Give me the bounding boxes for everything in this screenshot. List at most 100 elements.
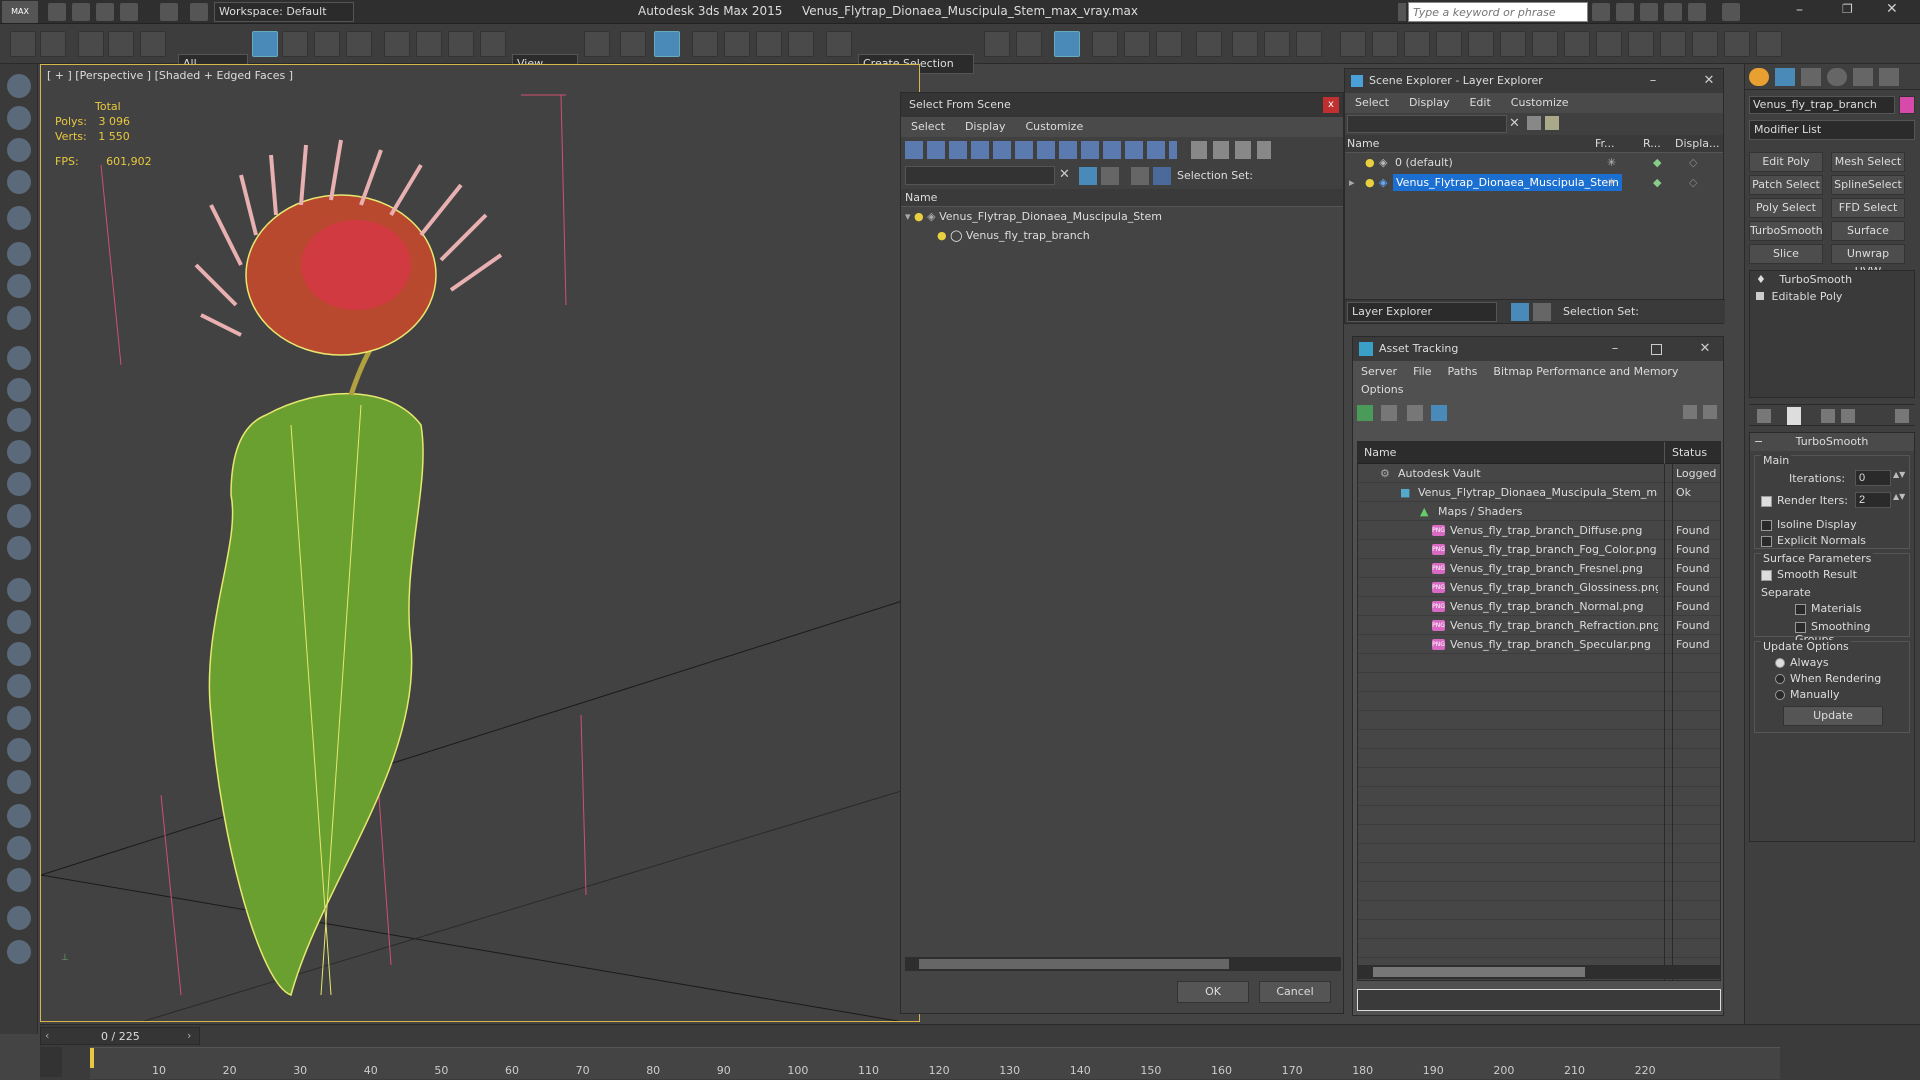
remove-modifier-icon[interactable]: [1841, 409, 1855, 423]
at-refresh-icon[interactable]: [1357, 405, 1373, 421]
vray-proxy-icon[interactable]: [1564, 31, 1590, 57]
se-col-render[interactable]: R...: [1643, 135, 1661, 153]
select-by-name-icon[interactable]: [282, 31, 308, 57]
display-filter-icons[interactable]: [905, 141, 1177, 159]
keyboard-shortcut-toggle-icon[interactable]: [654, 31, 680, 57]
se-layer-row-stem[interactable]: ▸ ● ◈ Venus_Flytrap_Dionaea_Muscipula_St…: [1345, 173, 1723, 193]
tree-row-stem[interactable]: ▾ ● ◈ Venus_Flytrap_Dionaea_Muscipula_St…: [901, 207, 1343, 226]
render-iters-spinner[interactable]: [1855, 492, 1891, 508]
project-icon[interactable]: [190, 3, 208, 21]
utilities-tab-icon[interactable]: [1879, 68, 1899, 86]
time-slider[interactable]: ‹ 0 / 225 ›: [40, 1027, 200, 1045]
asset-row[interactable]: PNG Venus_fly_trap_branch_Specular.png Fou…: [1358, 635, 1720, 654]
window-crossing-icon[interactable]: [346, 31, 372, 57]
asset-row[interactable]: ⚙ Autodesk Vault Logged: [1358, 464, 1720, 483]
se-render-icon[interactable]: ◆: [1653, 173, 1661, 192]
smooth-result-checkbox[interactable]: Smooth Result: [1761, 568, 1857, 581]
close-icon[interactable]: ✕: [1886, 1, 1902, 17]
asset-row[interactable]: ▲ Maps / Shaders: [1358, 502, 1720, 521]
iterations-spin-arrows-icon[interactable]: ▲▼: [1893, 470, 1905, 479]
vray-plane-icon[interactable]: [1436, 31, 1462, 57]
menu-display[interactable]: Display: [955, 117, 1016, 137]
modifier-button[interactable]: SplineSelect: [1831, 175, 1905, 195]
at-scroll-thumb[interactable]: [1373, 967, 1585, 977]
max-logo-icon[interactable]: MAX: [2, 1, 38, 23]
se-col-name[interactable]: Name: [1347, 135, 1379, 153]
smoothing-groups-check-icon[interactable]: [1795, 621, 1806, 633]
manually-radio[interactable]: Manually: [1775, 688, 1840, 701]
vray-ies-icon[interactable]: [1500, 31, 1526, 57]
rectangular-selection-icon[interactable]: [314, 31, 340, 57]
workspace-dropdown[interactable]: Workspace: Default: [214, 2, 354, 22]
asset-row[interactable]: PNG Venus_fly_trap_branch_Glossiness.png F…: [1358, 578, 1720, 597]
explorer-type-dropdown[interactable]: Layer Explorer: [1347, 302, 1497, 322]
find-input[interactable]: [905, 166, 1055, 185]
create-geometry-icon[interactable]: [7, 74, 31, 98]
at-col-name[interactable]: Name: [1364, 446, 1396, 459]
current-frame-marker[interactable]: [90, 1048, 94, 1068]
manually-radio-icon[interactable]: [1775, 690, 1785, 700]
vray-sun-icon[interactable]: [1372, 31, 1398, 57]
stack-item-turbosmooth[interactable]: ♦ TurboSmooth: [1750, 271, 1914, 288]
clear-search-icon[interactable]: ✕: [1059, 167, 1070, 182]
exchange-icon[interactable]: [1688, 3, 1706, 21]
hierarchy-toggle-icon[interactable]: [1101, 167, 1119, 185]
percent-snap-icon[interactable]: [756, 31, 782, 57]
map-icon[interactable]: [7, 836, 31, 860]
se-layer-row-default[interactable]: ● ◈ 0 (default) ✳ ◆ ◇: [1345, 153, 1723, 173]
vray-settings-icon[interactable]: [1724, 31, 1750, 57]
se-layer-toggle-icon[interactable]: [1511, 303, 1529, 321]
at-menu-bitmap[interactable]: Bitmap Performance and Memory: [1485, 365, 1686, 378]
bind-spacewarp-icon[interactable]: [140, 31, 166, 57]
help-icon[interactable]: [1722, 3, 1740, 21]
redo-small-icon[interactable]: [160, 3, 178, 21]
when-rendering-radio[interactable]: When Rendering: [1775, 672, 1881, 685]
cone-icon[interactable]: [7, 472, 31, 496]
open-icon[interactable]: [72, 3, 90, 21]
pin-stack-icon[interactable]: [1757, 409, 1771, 423]
configure-sets-icon[interactable]: [1895, 409, 1909, 423]
modifier-button[interactable]: Edit Poly: [1749, 152, 1823, 172]
modifier-button[interactable]: Surface Select: [1831, 221, 1905, 255]
edit-named-selection-icon[interactable]: [826, 31, 852, 57]
turbosmooth-rollout-header[interactable]: − TurboSmooth: [1750, 433, 1914, 451]
always-radio[interactable]: Always: [1775, 656, 1829, 669]
vray-frame-buffer-icon[interactable]: [1628, 31, 1654, 57]
motion-tab-icon[interactable]: [1827, 68, 1847, 86]
at-menu-server[interactable]: Server: [1353, 365, 1405, 378]
explicit-check-icon[interactable]: [1761, 535, 1772, 547]
se-clear-icon[interactable]: ✕: [1509, 116, 1520, 131]
keyword-search-input[interactable]: [1408, 2, 1588, 22]
stack-bulb-icon[interactable]: ♦: [1756, 273, 1766, 286]
se-bulb-icon[interactable]: ●: [1365, 153, 1375, 172]
render-teapot-icon[interactable]: [1296, 31, 1322, 57]
helper-icon[interactable]: [7, 242, 31, 266]
at-hscrollbar[interactable]: [1357, 965, 1721, 979]
se-menu-select[interactable]: Select: [1345, 93, 1399, 113]
binoculars-icon[interactable]: [1592, 3, 1610, 21]
new-icon[interactable]: [48, 3, 66, 21]
se-expand-icon[interactable]: ▸: [1349, 173, 1355, 192]
time-slider-next-icon[interactable]: ›: [187, 1029, 191, 1042]
modifier-button[interactable]: Mesh Select: [1831, 152, 1905, 172]
align-icon[interactable]: [1016, 31, 1042, 57]
unlink-icon[interactable]: [108, 31, 134, 57]
vray-ambient-icon[interactable]: [1532, 31, 1558, 57]
cloth-icon[interactable]: [7, 770, 31, 794]
at-close-icon[interactable]: ✕: [1697, 342, 1713, 356]
make-unique-icon[interactable]: [1821, 409, 1835, 423]
clipboard-icon[interactable]: [7, 906, 31, 930]
select-dialog-close-icon[interactable]: x: [1323, 97, 1339, 113]
light-bulb-icon[interactable]: ●: [914, 210, 924, 223]
restore-icon[interactable]: ❐: [1842, 2, 1858, 16]
tree-row-branch[interactable]: ● ◯ Venus_fly_trap_branch: [901, 226, 1343, 245]
hair-fur-icon[interactable]: [7, 738, 31, 762]
communication-icon[interactable]: [1640, 3, 1658, 21]
render-iters-check-icon[interactable]: [1761, 495, 1772, 507]
at-menu-paths[interactable]: Paths: [1440, 365, 1486, 378]
at-list-icon[interactable]: [1381, 405, 1397, 421]
modifier-button[interactable]: Patch Select: [1749, 175, 1823, 195]
modifier-button[interactable]: Unwrap UVW: [1831, 244, 1905, 278]
spacewarp-icon[interactable]: [7, 274, 31, 298]
update-button[interactable]: Update: [1783, 706, 1883, 726]
